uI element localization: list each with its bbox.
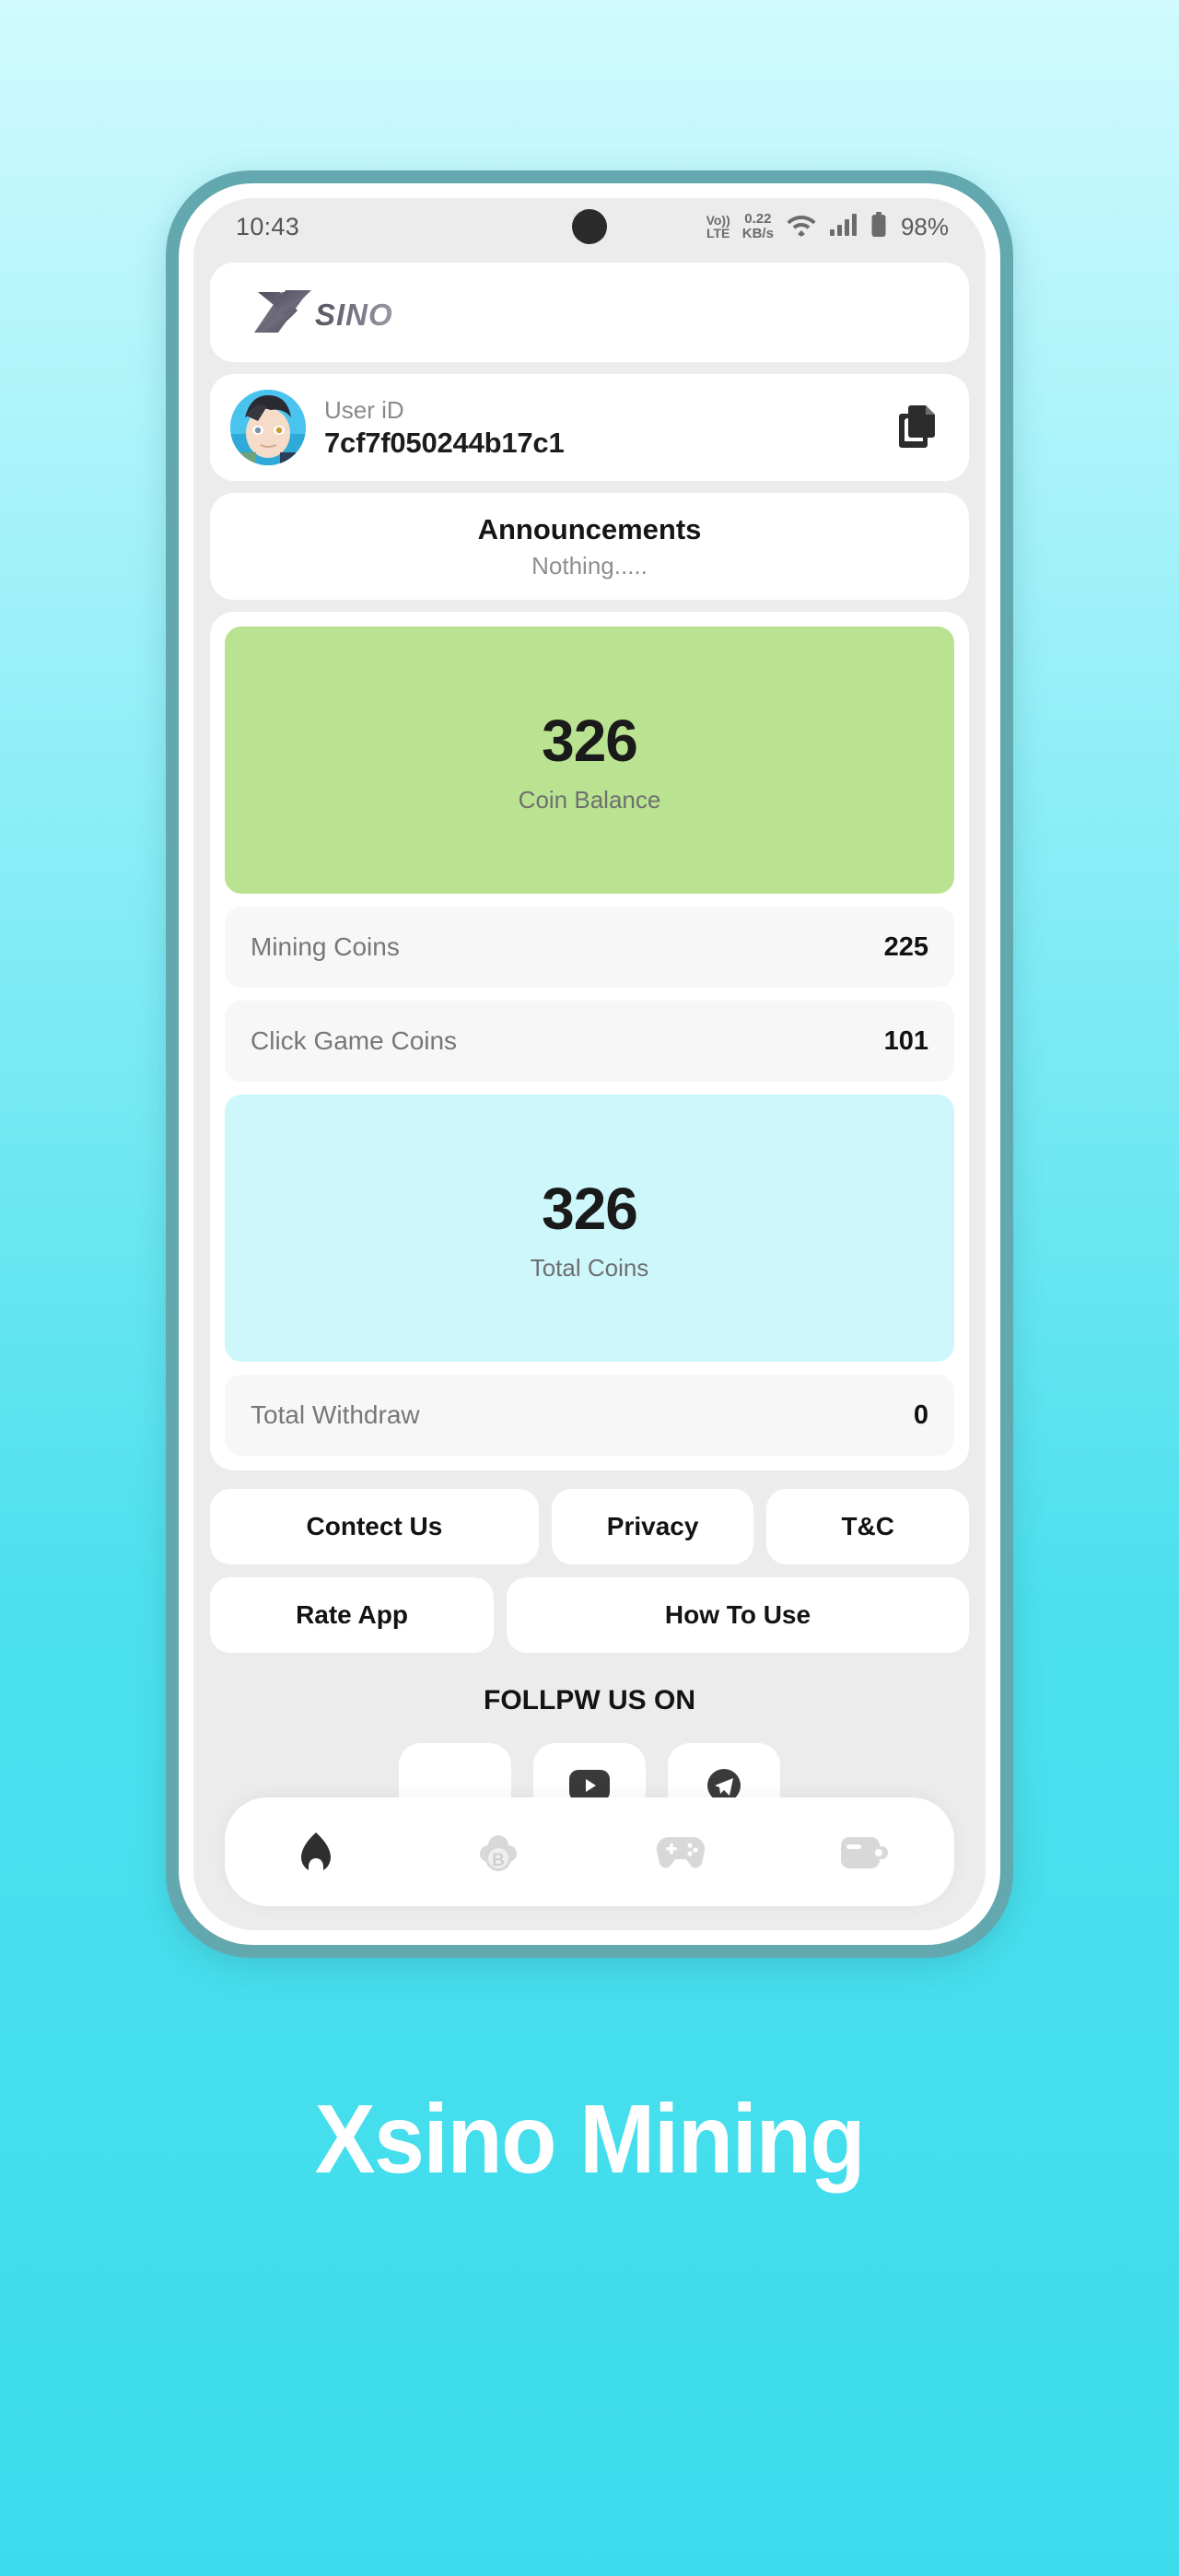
total-coins-value: 326 bbox=[542, 1175, 638, 1242]
battery-percentage: 98% bbox=[900, 212, 949, 240]
phone-frame: 10:43 Vo)) LTE 0.22 KB/s 98% SINO User i… bbox=[166, 170, 1013, 1958]
announcements-title: Announcements bbox=[477, 512, 702, 545]
stat-value: 0 bbox=[913, 1399, 928, 1430]
status-icons: Vo)) LTE 0.22 KB/s 98% bbox=[706, 210, 949, 242]
app-content: SINO User iD 7cf7f050244b17c1 Announceme… bbox=[193, 255, 986, 1930]
home-icon bbox=[301, 1832, 331, 1872]
announcements-card: Announcements Nothing..... bbox=[210, 493, 969, 600]
phone-screen: 10:43 Vo)) LTE 0.22 KB/s 98% SINO User i… bbox=[193, 198, 986, 1930]
phone-bezel: 10:43 Vo)) LTE 0.22 KB/s 98% SINO User i… bbox=[179, 183, 1000, 1945]
stat-row-click-game-coins: Click Game Coins 101 bbox=[225, 1001, 954, 1082]
user-id-texts: User iD 7cf7f050244b17c1 bbox=[324, 396, 879, 460]
privacy-button[interactable]: Privacy bbox=[551, 1489, 754, 1564]
copy-icon[interactable] bbox=[897, 404, 938, 452]
user-id-card[interactable]: User iD 7cf7f050244b17c1 bbox=[210, 374, 969, 481]
coin-balance-label: Coin Balance bbox=[518, 785, 661, 814]
network-speed-indicator: 0.22 KB/s bbox=[741, 210, 774, 241]
stat-value: 225 bbox=[883, 931, 928, 962]
youtube-icon bbox=[569, 1770, 610, 1801]
link-buttons-row-2: Rate App How To Use bbox=[210, 1577, 969, 1653]
svg-text:SINO: SINO bbox=[315, 298, 393, 332]
terms-conditions-button[interactable]: T&C bbox=[766, 1489, 970, 1564]
wifi-icon bbox=[786, 213, 817, 241]
stat-row-total-withdraw: Total Withdraw 0 bbox=[225, 1375, 954, 1456]
game-controller-icon bbox=[656, 1836, 706, 1868]
user-id-value: 7cf7f050244b17c1 bbox=[324, 426, 565, 459]
stat-value: 101 bbox=[883, 1025, 928, 1056]
svg-text:B: B bbox=[492, 1851, 505, 1870]
bottom-navigation-bar: B bbox=[225, 1797, 954, 1906]
front-camera-notch bbox=[572, 209, 607, 244]
total-coins-label: Total Coins bbox=[530, 1253, 649, 1282]
xsino-logo-icon: SINO bbox=[254, 290, 393, 333]
wallet-icon bbox=[841, 1837, 888, 1868]
status-bar: 10:43 Vo)) LTE 0.22 KB/s 98% bbox=[193, 198, 986, 255]
cellular-signal-icon bbox=[829, 213, 858, 241]
battery-icon bbox=[870, 211, 887, 242]
nav-item-wallet[interactable] bbox=[812, 1811, 914, 1892]
coin-balance-card: 326 Coin Balance bbox=[225, 626, 954, 894]
user-id-label: User iD bbox=[324, 395, 404, 424]
how-to-use-button[interactable]: How To Use bbox=[506, 1577, 969, 1653]
coin-balance-value: 326 bbox=[542, 707, 638, 774]
link-buttons: Contect Us Privacy T&C Rate App How To U… bbox=[210, 1489, 970, 1653]
announcements-body: Nothing..... bbox=[531, 551, 648, 580]
cloud-mining-bitcoin-icon: B bbox=[480, 1835, 517, 1871]
follow-us-title: FOLLPW US ON bbox=[484, 1685, 695, 1715]
app-header-card: SINO bbox=[210, 263, 969, 362]
volte-bottom-label: LTE bbox=[706, 226, 730, 240]
nav-item-game[interactable] bbox=[630, 1811, 731, 1892]
contact-us-button[interactable]: Contect Us bbox=[210, 1489, 539, 1564]
user-avatar bbox=[230, 390, 306, 465]
nav-item-home[interactable] bbox=[265, 1811, 367, 1892]
volte-top-label: Vo)) bbox=[706, 213, 730, 228]
balance-panel: 326 Coin Balance Mining Coins 225 Click … bbox=[210, 612, 969, 1470]
xsino-logo: SINO bbox=[254, 287, 426, 338]
stat-label: Click Game Coins bbox=[251, 1026, 458, 1055]
rate-app-button[interactable]: Rate App bbox=[210, 1577, 494, 1653]
stat-label: Total Withdraw bbox=[251, 1400, 420, 1429]
network-speed-value: 0.22 bbox=[744, 210, 772, 227]
promo-headline: Xsino Mining bbox=[314, 2085, 866, 2194]
nav-item-mining[interactable]: B bbox=[448, 1811, 549, 1892]
volte-icon: Vo)) LTE bbox=[706, 214, 730, 240]
status-time: 10:43 bbox=[236, 212, 300, 240]
link-buttons-row-1: Contect Us Privacy T&C bbox=[210, 1489, 970, 1564]
total-coins-card: 326 Total Coins bbox=[225, 1095, 954, 1362]
stat-label: Mining Coins bbox=[251, 932, 400, 961]
stat-row-mining-coins: Mining Coins 225 bbox=[225, 907, 954, 988]
network-speed-unit: KB/s bbox=[741, 226, 774, 241]
